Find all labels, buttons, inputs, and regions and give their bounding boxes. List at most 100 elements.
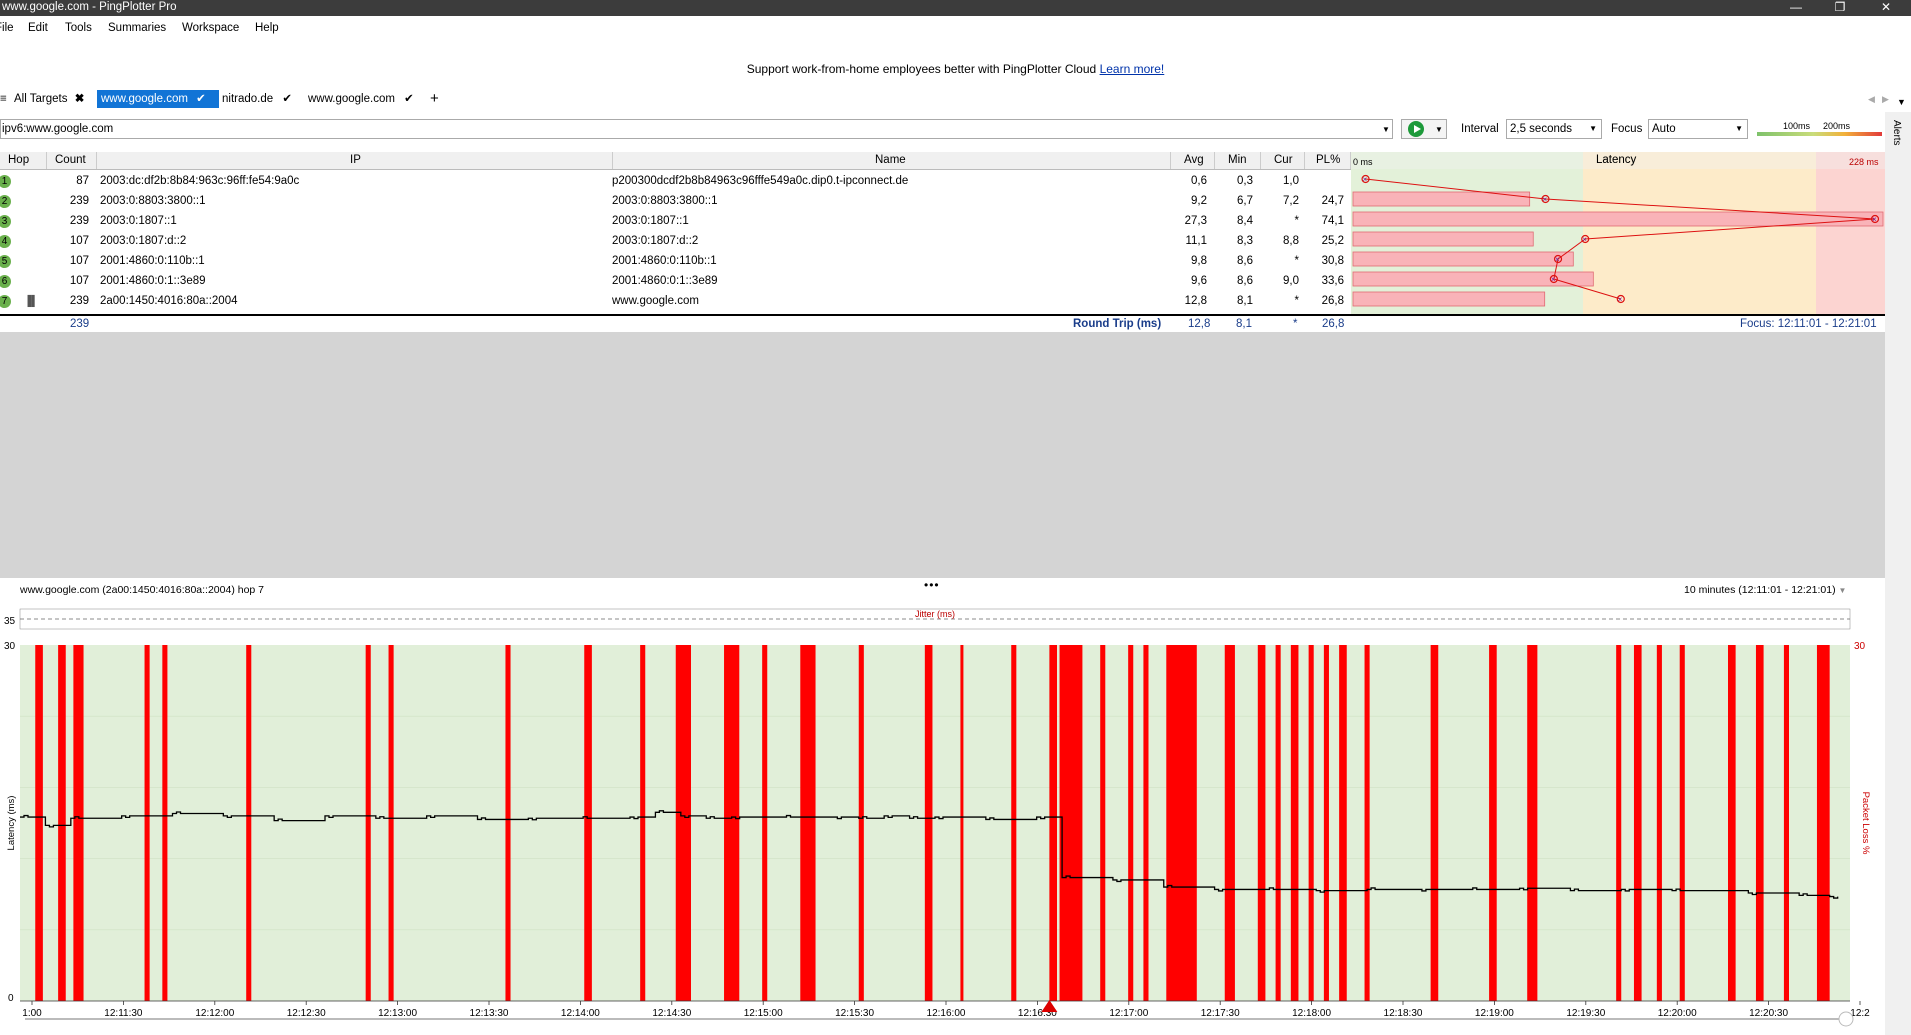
packet-loss-bar <box>1783 645 1789 1001</box>
tab-scroll-left-icon[interactable]: ◀ <box>1866 90 1877 108</box>
x-tick-label: 12:15:00 <box>744 1008 783 1019</box>
table-row[interactable]: 4 107 2003:0:1807:d::2 2003:0:1807:d::2 11,1… <box>0 232 1352 252</box>
check-icon: ✔ <box>404 93 414 105</box>
hop-pl: 30,8 <box>1321 255 1344 267</box>
x-tick-label: 12:12:30 <box>287 1008 326 1019</box>
col-cur[interactable]: Cur <box>1274 154 1293 166</box>
table-row[interactable]: 3 239 2003:0:1807::1 2003:0:1807::1 27,3 8,4 *… <box>0 212 1352 232</box>
y2-top-label: 30 <box>1854 641 1866 652</box>
hop-avg: 12,8 <box>1184 295 1207 307</box>
alerts-sidebar[interactable]: Alerts <box>1885 112 1911 1035</box>
scrollbar-thumb[interactable] <box>1838 1011 1854 1027</box>
alerts-label[interactable]: Alerts <box>1891 120 1902 146</box>
table-row[interactable]: 1 87 2003:dc:df2b:8b84:963c:96ff:fe54:9a0c… <box>0 172 1352 192</box>
packet-loss-bar <box>1816 645 1830 1001</box>
col-hop[interactable]: Hop <box>8 154 29 166</box>
summary-cur: * <box>1293 318 1298 330</box>
col-avg[interactable]: Avg <box>1184 154 1204 166</box>
tab-scroll-right-icon[interactable]: ▶ <box>1880 90 1891 108</box>
packet-loss-bar <box>584 645 592 1001</box>
chevron-down-icon[interactable]: ▼ <box>1435 125 1443 134</box>
packet-loss-bar <box>924 645 933 1001</box>
packet-loss-bar <box>73 645 84 1001</box>
packet-loss-bar <box>1323 645 1329 1001</box>
hop-count: 239 <box>69 215 89 227</box>
col-name[interactable]: Name <box>875 154 906 166</box>
focus-select[interactable]: Auto ▼ <box>1648 119 1748 139</box>
hop-ip: 2003:dc:df2b:8b84:963c:96ff:fe54:9a0c <box>100 175 300 187</box>
hop-avg: 0,6 <box>1191 175 1207 187</box>
hop-avg: 27,3 <box>1184 215 1207 227</box>
menu-edit[interactable]: Edit <box>28 22 48 34</box>
tab-google-2[interactable]: www.google.com ✔ <box>306 90 416 108</box>
hop-pl: 74,1 <box>1321 215 1344 227</box>
hop-count: 107 <box>69 235 89 247</box>
hop-pl: 25,2 <box>1321 235 1344 247</box>
tab-nitrado[interactable]: nitrado.de ✔ <box>220 90 294 108</box>
table-row[interactable]: 5 107 2001:4860:0:110b::1 2001:4860:0:110b:… <box>0 252 1352 272</box>
overview-min-marker: × <box>1551 275 1556 284</box>
minimize-icon[interactable]: — <box>1784 0 1808 14</box>
col-ip[interactable]: IP <box>350 154 361 166</box>
table-row[interactable]: 7 239 2a00:1450:4016:80a::2004 www.google.c… <box>0 292 1352 312</box>
hop-min: 8,1 <box>1237 295 1253 307</box>
play-button[interactable]: ▼ <box>1401 119 1447 139</box>
maximize-icon[interactable]: ❐ <box>1828 0 1852 14</box>
x-tick-label: 12:14:30 <box>652 1008 691 1019</box>
focus-label: Focus <box>1611 123 1643 135</box>
graph-plot-area <box>20 645 1850 1001</box>
hamburger-icon[interactable]: ≡ <box>0 90 9 108</box>
col-count[interactable]: Count <box>55 154 86 166</box>
table-row[interactable]: 2 239 2003:0:8803:3800::1 2003:0:8803:3800:… <box>0 192 1352 212</box>
focus-marker-icon[interactable] <box>1041 1000 1058 1012</box>
menu-workspace[interactable]: Workspace <box>182 22 239 34</box>
menu-help[interactable]: Help <box>255 22 279 34</box>
packet-loss-bar <box>1364 645 1370 1001</box>
close-icon[interactable]: ✕ <box>1874 0 1898 14</box>
target-field[interactable]: ▼ <box>0 119 1393 139</box>
col-min[interactable]: Min <box>1228 154 1247 166</box>
col-pl[interactable]: PL% <box>1316 154 1340 166</box>
graph-icon[interactable]: ▐▌ <box>24 296 38 307</box>
promo-banner: Support work-from-home employees better … <box>0 62 1911 76</box>
overview-loss-bar <box>1352 251 1574 267</box>
x-tick-label: 12:17:00 <box>1109 1008 1148 1019</box>
latency-legend: 100ms 200ms <box>1757 119 1882 139</box>
menu-summaries[interactable]: Summaries <box>108 22 166 34</box>
packet-loss-bar <box>1633 645 1642 1001</box>
window-title: www.google.com - PingPlotter Pro <box>2 1 177 13</box>
x-tick-label: 12:19:30 <box>1566 1008 1605 1019</box>
packet-loss-bar <box>800 645 816 1001</box>
tab-label: www.google.com <box>101 93 188 105</box>
y-top-label: 30 <box>4 641 16 652</box>
packet-loss-bar <box>1100 645 1106 1001</box>
y2-axis-label: Packet Loss % <box>1860 792 1871 855</box>
hop-cur: * <box>1294 295 1299 307</box>
interval-select[interactable]: 2,5 seconds ▼ <box>1506 119 1602 139</box>
target-input[interactable] <box>1 120 1363 138</box>
packet-loss-bar <box>144 645 150 1001</box>
close-icon[interactable]: ✖ <box>75 93 85 105</box>
hop-number: 1 <box>0 175 11 188</box>
chevron-down-icon[interactable]: ▼ <box>1382 125 1390 134</box>
splitter-handle[interactable]: ••• <box>924 578 940 592</box>
overview-loss-bar <box>1352 231 1534 247</box>
packet-loss-bar <box>365 645 371 1001</box>
tab-google-active[interactable]: www.google.com ✔ <box>97 90 219 108</box>
time-graph[interactable]: Jitter (ms) 35 30 0 30 Latency (ms) Packet Los… <box>0 595 1885 1035</box>
menu-tools[interactable]: Tools <box>65 22 92 34</box>
x-tick-label: 12:12:00 <box>195 1008 234 1019</box>
packet-loss-bar <box>724 645 740 1001</box>
chevron-down-icon: ▼ <box>1838 586 1847 595</box>
learn-more-link[interactable]: Learn more! <box>1100 62 1165 76</box>
packet-loss-bar <box>1616 645 1622 1001</box>
overview-min-marker: × <box>1618 295 1623 304</box>
hop-ip: 2003:0:8803:3800::1 <box>100 195 206 207</box>
tab-menu-icon[interactable]: ▼ <box>1895 93 1908 111</box>
tab-all-targets[interactable]: All Targets ✖ <box>12 90 86 108</box>
add-tab-icon[interactable]: + <box>428 90 441 108</box>
menu-file[interactable]: File <box>0 22 14 34</box>
table-row[interactable]: 6 107 2001:4860:0:1::3e89 2001:4860:0:1::3e… <box>0 272 1352 292</box>
packet-loss-bar <box>1755 645 1764 1001</box>
summary-focus: Focus: 12:11:01 - 12:21:01 <box>1740 318 1877 330</box>
